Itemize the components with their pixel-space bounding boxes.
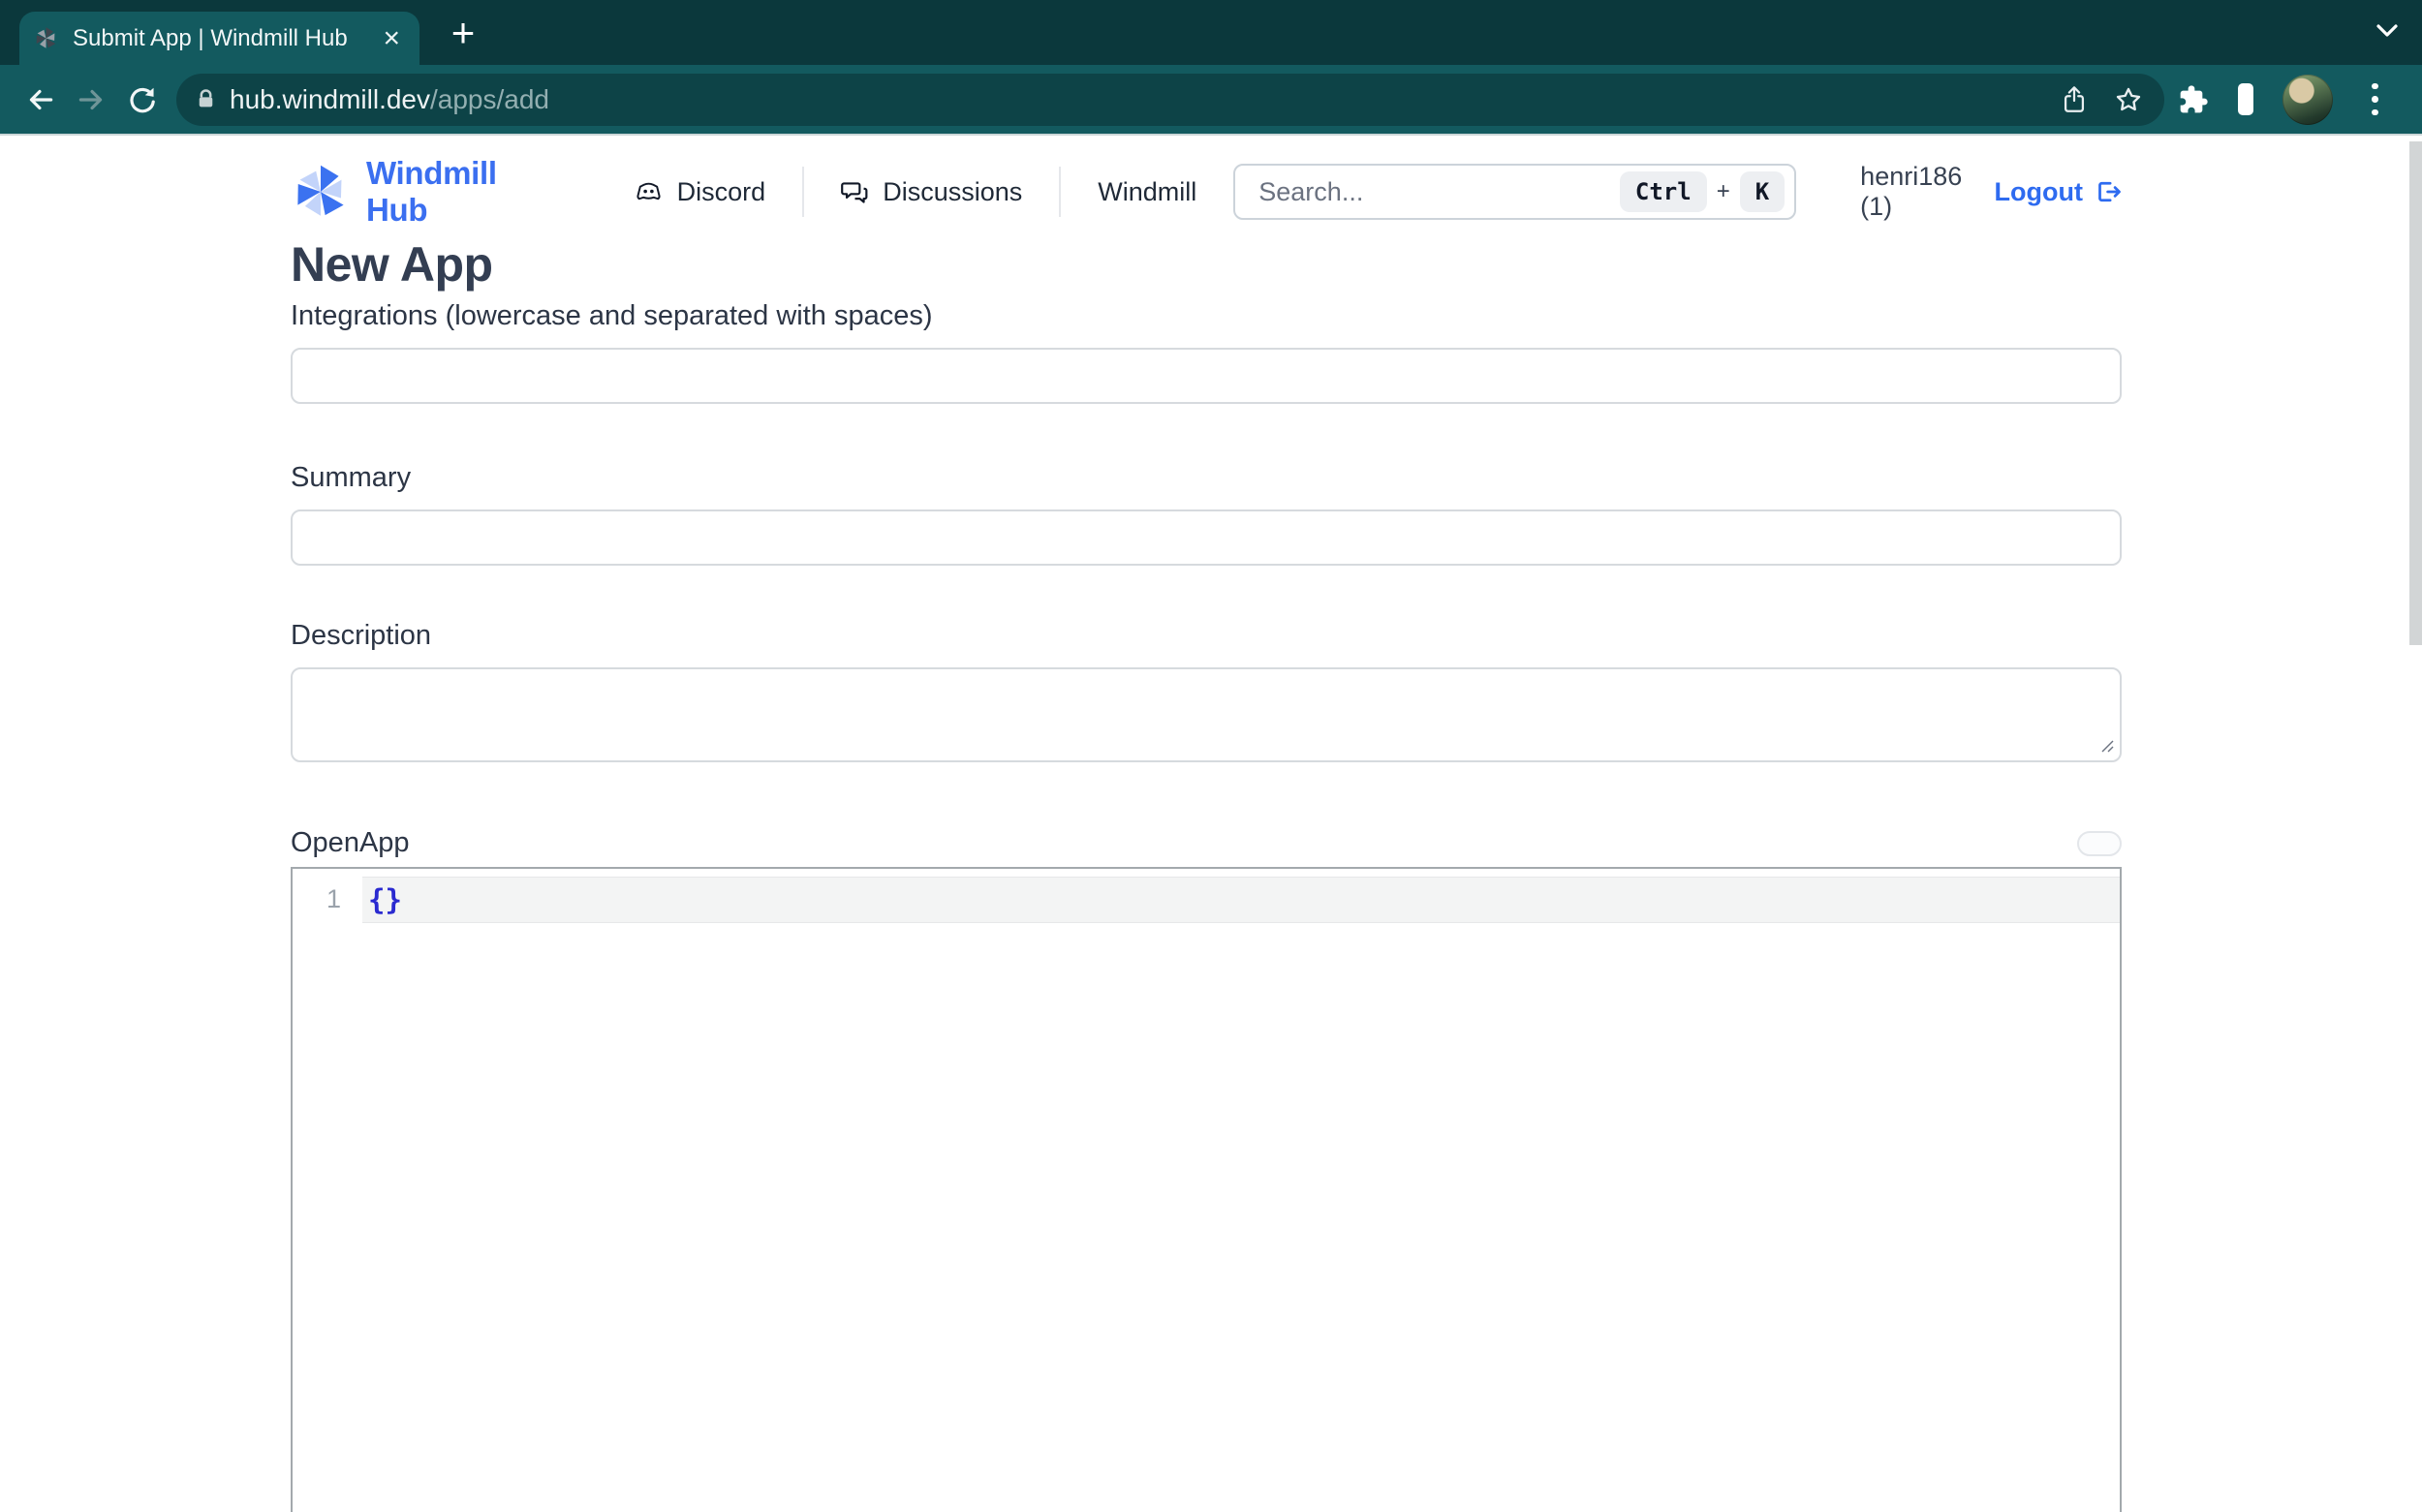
browser-tab[interactable]: Submit App | Windmill Hub × <box>19 12 419 65</box>
page-title: New App <box>291 236 2122 293</box>
editor-toggle[interactable] <box>2077 831 2122 856</box>
url-path: /apps/add <box>430 84 549 114</box>
description-label: Description <box>291 620 2122 652</box>
page-content: Windmill Hub Discord <box>0 136 2422 1512</box>
reload-button[interactable] <box>116 75 167 125</box>
back-button[interactable] <box>16 75 66 125</box>
active-line: {} <box>362 877 2120 923</box>
address-bar[interactable]: hub.windmill.dev/apps/add <box>176 74 2164 126</box>
resize-handle-icon[interactable] <box>2099 738 2115 758</box>
integrations-label: Integrations (lowercase and separated wi… <box>291 300 2122 332</box>
new-tab-button[interactable]: + <box>438 8 488 58</box>
username-text: henri186 (1) <box>1860 162 1969 222</box>
lock-icon <box>194 87 218 111</box>
extensions-puzzle-icon[interactable] <box>2178 84 2209 115</box>
logout-link[interactable]: Logout <box>1995 177 2122 207</box>
nav-item-windmill[interactable]: Windmill <box>1061 167 1233 217</box>
logout-label: Logout <box>1995 177 2083 207</box>
tab-search-chevron-icon[interactable] <box>2375 23 2399 44</box>
code-text: {} <box>362 883 402 916</box>
favicon-windmill-icon <box>33 25 59 51</box>
summary-label: Summary <box>291 462 2122 494</box>
nav-item-discussions[interactable]: Discussions <box>804 167 1061 217</box>
brand-home-link[interactable]: Windmill Hub <box>291 155 537 229</box>
url-host: hub.windmill.dev <box>230 84 430 114</box>
search-input[interactable] <box>1257 176 1620 208</box>
summary-input[interactable] <box>291 509 2122 566</box>
openapp-label-row: OpenApp <box>291 827 2122 859</box>
windmill-logo-icon <box>291 162 351 222</box>
logout-icon <box>2093 177 2122 206</box>
kbd-k: K <box>1740 171 1785 212</box>
discord-icon <box>634 179 664 205</box>
line-number: 1 <box>293 884 341 914</box>
description-textarea[interactable] <box>291 667 2122 762</box>
account-area: henri186 (1) Logout <box>1860 162 2122 222</box>
discussions-icon <box>841 178 869 206</box>
openapp-label: OpenApp <box>291 827 410 859</box>
kbd-plus-sign: + <box>1717 178 1730 205</box>
tab-title: Submit App | Windmill Hub <box>73 25 377 52</box>
openapp-code-editor[interactable]: 1 {} <box>291 867 2122 1512</box>
browser-menu-icon[interactable] <box>2362 79 2388 120</box>
search-box[interactable]: Ctrl + K <box>1233 164 1796 220</box>
nav-label: Discussions <box>883 177 1022 207</box>
url-text: hub.windmill.dev/apps/add <box>230 84 2060 115</box>
bookmark-star-icon[interactable] <box>2114 85 2143 114</box>
forward-button[interactable] <box>66 75 116 125</box>
nav-label: Windmill <box>1098 177 1196 207</box>
nav-label: Discord <box>677 177 766 207</box>
brand-name: Windmill Hub <box>366 155 537 229</box>
browser-window: Submit App | Windmill Hub × + <box>0 0 2422 1512</box>
nav-item-discord[interactable]: Discord <box>597 167 805 217</box>
kbd-ctrl: Ctrl <box>1620 171 1707 212</box>
profile-avatar[interactable] <box>2282 75 2333 125</box>
integrations-input[interactable] <box>291 348 2122 404</box>
browser-toolbar: hub.windmill.dev/apps/add <box>0 65 2422 136</box>
share-icon[interactable] <box>2060 84 2089 115</box>
tab-strip: Submit App | Windmill Hub × + <box>0 0 2422 65</box>
page-scrollbar[interactable] <box>2409 141 2422 645</box>
tab-close-icon[interactable]: × <box>377 24 406 53</box>
main-nav: Discord Discussions Windmill <box>597 167 1234 217</box>
side-panel-icon[interactable] <box>2238 91 2253 108</box>
site-header: Windmill Hub Discord <box>291 163 2122 221</box>
